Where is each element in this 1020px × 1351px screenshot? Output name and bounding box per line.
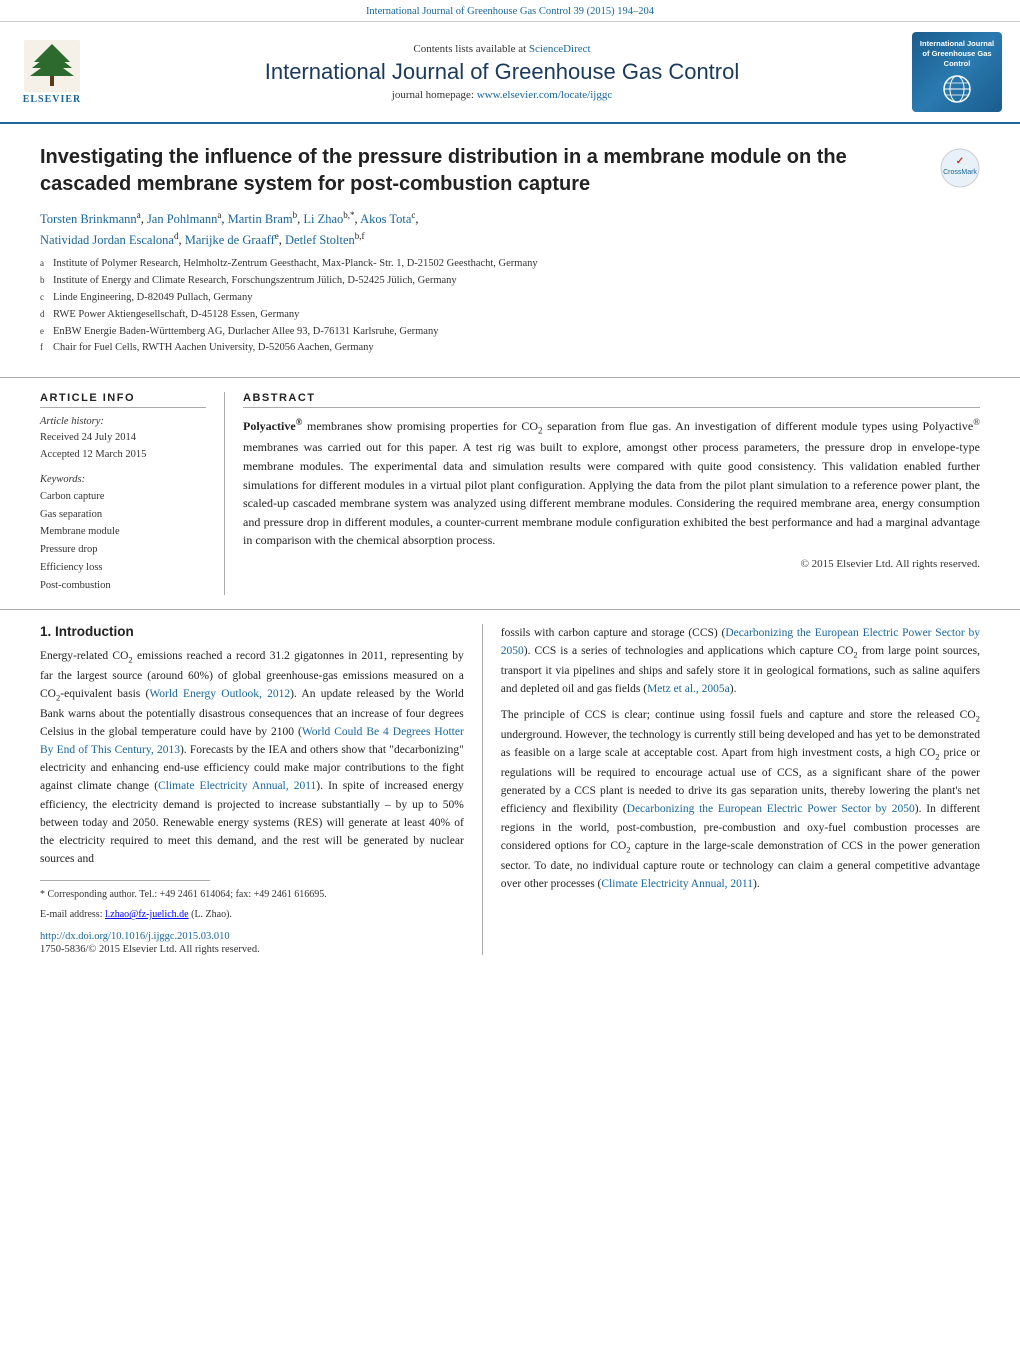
abstract-panel: ABSTRACT Polyactive® membranes show prom… — [225, 392, 980, 595]
header-middle: Contents lists available at ScienceDirec… — [102, 43, 902, 101]
affil-b: b Institute of Energy and Climate Resear… — [40, 273, 980, 290]
intro-paragraph-1: Energy-related CO2 emissions reached a r… — [40, 647, 464, 868]
keyword-1: Carbon capture — [40, 488, 206, 506]
journal-title: International Journal of Greenhouse Gas … — [102, 59, 902, 85]
affil-c: c Linde Engineering, D-82049 Pullach, Ge… — [40, 290, 980, 307]
received-date: Received 24 July 2014 Accepted 12 March … — [40, 430, 206, 464]
copyright-line: © 2015 Elsevier Ltd. All rights reserved… — [243, 558, 980, 570]
journal-logo-box: International Journal of Greenhouse Gas … — [912, 32, 1002, 112]
abstract-text: Polyactive® membranes show promising pro… — [243, 416, 980, 550]
crossmark-badge: ✓ CrossMark — [940, 148, 980, 188]
affil-f-text: Chair for Fuel Cells, RWTH Aachen Univer… — [53, 340, 374, 357]
author-graaff[interactable]: Marijke de Graaff — [185, 233, 275, 247]
author-stolten[interactable]: Detlef Stolten — [285, 233, 355, 247]
author-escalona[interactable]: Natividad Jordan Escalona — [40, 233, 174, 247]
elsevier-logo: ELSEVIER — [12, 40, 92, 105]
doi-link[interactable]: http://dx.doi.org/10.1016/j.ijggc.2015.0… — [40, 931, 464, 942]
abstract-title: ABSTRACT — [243, 392, 980, 408]
affil-d-text: RWE Power Aktiengesellschaft, D-45128 Es… — [53, 307, 299, 324]
keyword-5: Efficiency loss — [40, 559, 206, 577]
intro-heading: 1. Introduction — [40, 624, 464, 639]
homepage-link[interactable]: www.elsevier.com/locate/ijggc — [477, 89, 613, 101]
author-pohlmann[interactable]: Jan Pohlmann — [147, 212, 217, 226]
journal-citation: International Journal of Greenhouse Gas … — [366, 6, 654, 17]
ref-decarbonizing-2[interactable]: Decarbonizing the European Electric Powe… — [627, 803, 915, 815]
ref-metz[interactable]: Metz et al., 2005a — [647, 683, 730, 695]
author-brinkmann[interactable]: Torsten Brinkmann — [40, 212, 137, 226]
author-tota[interactable]: Akos Tota — [360, 212, 411, 226]
ref-world-energy[interactable]: World Energy Outlook, 2012 — [149, 688, 290, 700]
article-title: Investigating the influence of the press… — [40, 144, 930, 198]
affil-a-text: Institute of Polymer Research, Helmholtz… — [53, 256, 538, 273]
keywords-list: Carbon capture Gas separation Membrane m… — [40, 488, 206, 595]
email-link[interactable]: l.zhao@fz-juelich.de — [105, 909, 189, 920]
globe-icon — [941, 73, 973, 105]
author-bram[interactable]: Martin Bram — [228, 212, 293, 226]
right-para-1: fossils with carbon capture and storage … — [501, 624, 980, 698]
footnote-divider — [40, 880, 210, 881]
left-column: 1. Introduction Energy-related CO2 emiss… — [40, 624, 482, 955]
affil-c-text: Linde Engineering, D-82049 Pullach, Germ… — [53, 290, 252, 307]
keyword-2: Gas separation — [40, 506, 206, 524]
right-column: fossils with carbon capture and storage … — [482, 624, 980, 955]
ref-climate-elec-1[interactable]: Climate Electricity Annual, 2011 — [158, 780, 316, 792]
ref-decarbonizing-1[interactable]: Decarbonizing the European Electric Powe… — [501, 627, 980, 657]
svg-text:CrossMark: CrossMark — [943, 169, 977, 176]
svg-text:✓: ✓ — [956, 156, 964, 167]
authors: Torsten Brinkmanna, Jan Pohlmanna, Marti… — [40, 208, 980, 250]
journal-header: ELSEVIER Contents lists available at Sci… — [0, 22, 1020, 124]
ref-4degrees[interactable]: World Could Be 4 Degrees Hotter By End o… — [40, 726, 464, 756]
affil-e: e EnBW Energie Baden-Württemberg AG, Dur… — [40, 324, 980, 341]
article-info-title: ARTICLE INFO — [40, 392, 206, 408]
contents-line: Contents lists available at ScienceDirec… — [102, 43, 902, 55]
logo-title: International Journal of Greenhouse Gas … — [918, 39, 996, 68]
article-info-abstract: ARTICLE INFO Article history: Received 2… — [0, 377, 1020, 595]
journal-homepage: journal homepage: www.elsevier.com/locat… — [102, 89, 902, 101]
issn-line: 1750-5836/© 2015 Elsevier Ltd. All right… — [40, 944, 464, 955]
affil-a: a Institute of Polymer Research, Helmhol… — [40, 256, 980, 273]
keywords-label: Keywords: — [40, 474, 206, 485]
ref-climate-elec-2[interactable]: Climate Electricity Annual, 2011 — [601, 878, 753, 890]
keyword-4: Pressure drop — [40, 541, 206, 559]
history-label: Article history: — [40, 416, 206, 427]
keyword-3: Membrane module — [40, 523, 206, 541]
article-info-panel: ARTICLE INFO Article history: Received 2… — [40, 392, 225, 595]
journal-top-bar: International Journal of Greenhouse Gas … — [0, 0, 1020, 22]
keyword-6: Post-combustion — [40, 577, 206, 595]
affil-b-text: Institute of Energy and Climate Research… — [53, 273, 457, 290]
main-content: 1. Introduction Energy-related CO2 emiss… — [0, 609, 1020, 955]
page: International Journal of Greenhouse Gas … — [0, 0, 1020, 1351]
article-section: Investigating the influence of the press… — [0, 124, 1020, 367]
affiliations: a Institute of Polymer Research, Helmhol… — [40, 256, 980, 357]
affil-d: d RWE Power Aktiengesellschaft, D-45128 … — [40, 307, 980, 324]
footnote-corresponding: * Corresponding author. Tel.: +49 2461 6… — [40, 887, 464, 903]
sciencedirect-link[interactable]: ScienceDirect — [529, 43, 591, 55]
title-crossmark-row: Investigating the influence of the press… — [40, 144, 980, 198]
affil-e-text: EnBW Energie Baden-Württemberg AG, Durla… — [53, 324, 438, 341]
elsevier-tree-icon — [24, 40, 80, 92]
author-zhao[interactable]: Li Zhao — [303, 212, 343, 226]
affil-f: f Chair for Fuel Cells, RWTH Aachen Univ… — [40, 340, 980, 357]
right-para-2: The principle of CCS is clear; continue … — [501, 706, 980, 893]
footnote-email: E-mail address: l.zhao@fz-juelich.de (L.… — [40, 907, 464, 923]
elsevier-text-label: ELSEVIER — [23, 94, 82, 105]
